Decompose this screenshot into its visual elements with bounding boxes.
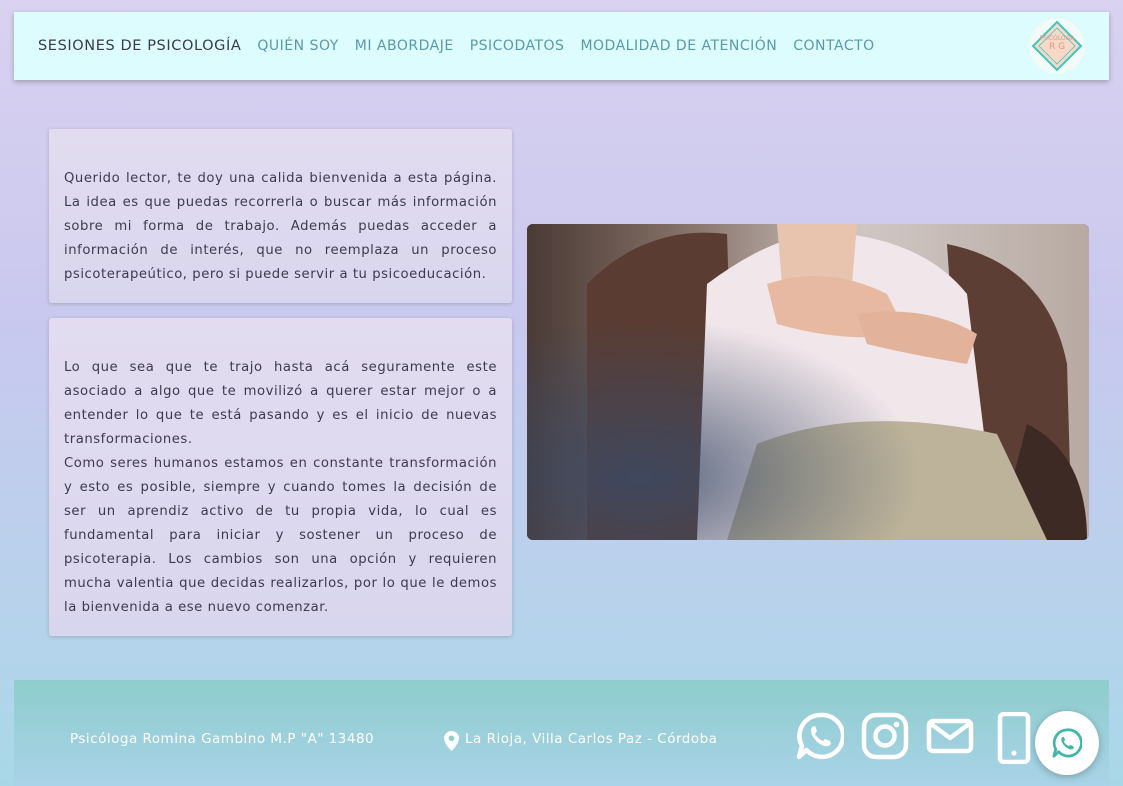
nav-link-modalidad[interactable]: MODALIDAD DE ATENCIÓN [580,38,777,54]
instagram-icon[interactable] [861,712,909,760]
photo-illustration [527,224,1089,540]
footer: Psicóloga Romina Gambino M.P "A" 13480 L… [14,680,1109,786]
logo-text-line1: PSICÓLOGA [1039,35,1075,42]
nav-link-contacto[interactable]: CONTACTO [793,38,874,54]
logo-text-line2: R G [1048,42,1066,53]
therapy-session-photo [527,224,1089,540]
welcome-card: Querido lector, te doy una calida bienve… [49,129,512,303]
location-pin-icon [444,731,459,751]
logo-text: PSICÓLOGA R G [1029,35,1085,53]
floating-whatsapp-button[interactable] [1035,711,1099,775]
welcome-text: Querido lector, te doy una calida bienve… [64,171,497,282]
transformation-text-1: Lo que sea que te trajo hasta acá segura… [64,360,497,447]
nav-link-mi-abordaje[interactable]: MI ABORDAJE [355,38,454,54]
whatsapp-icon [1052,728,1082,758]
footer-psychologist-name: Psicóloga Romina Gambino M.P "A" 13480 [70,731,375,747]
mail-icon[interactable] [926,712,974,760]
footer-location: La Rioja, Villa Carlos Paz - Córdoba [465,731,718,747]
navbar: SESIONES DE PSICOLOGÍA QUIÉN SOY MI ABOR… [14,12,1109,80]
nav-link-psicodatos[interactable]: PSICODATOS [470,38,565,54]
nav-link-quien-soy[interactable]: QUIÉN SOY [257,38,338,54]
site-logo[interactable]: PSICÓLOGA R G [1029,18,1085,74]
transformation-text-2: Como seres humanos estamos en constante … [64,456,497,615]
phone-icon[interactable] [997,712,1031,764]
whatsapp-icon[interactable] [796,712,844,760]
brand-title[interactable]: SESIONES DE PSICOLOGÍA [38,38,241,54]
transformation-card: Lo que sea que te trajo hasta acá segura… [49,318,512,636]
